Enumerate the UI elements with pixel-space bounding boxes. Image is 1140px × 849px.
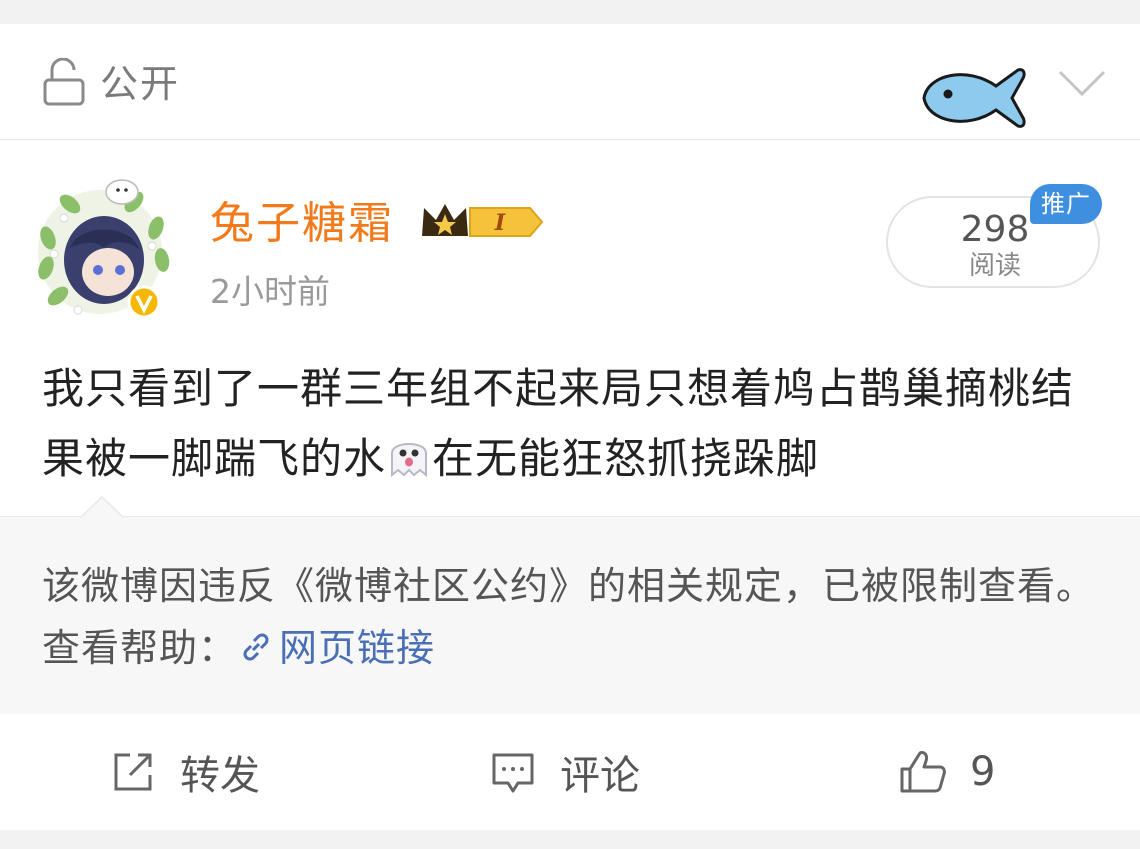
post-text-part-2: 在无能狂怒抓挠跺脚 [432,434,820,483]
comment-icon [492,753,534,793]
like-count: 9 [970,749,996,795]
web-link[interactable]: 网页链接 [237,626,435,670]
promote-badge[interactable]: 推广 [1030,184,1102,224]
read-label: 阅读 [968,251,1021,281]
notice-caret [80,495,124,519]
fish-icon[interactable] [918,64,1030,132]
repost-button[interactable]: 转发 [108,746,260,799]
chevron-down-icon[interactable] [1056,68,1108,98]
restriction-notice: 该微博因违反《微博社区公约》的相关规定，已被限制查看。查看帮助： 网页链接 [0,495,1140,714]
like-button[interactable]: 9 [898,746,995,798]
weibo-post-card: 公开 兔子糖霜 I 2小时前 298 阅读 推广 我只看到了一群三年组不起来局只… [0,24,1140,830]
repost-label: 转发 [180,753,260,799]
level-badge-text: I [494,210,506,236]
ghost-emoji-icon [391,443,428,478]
notice-message: 该微博因违反《微博社区公约》的相关规定，已被限制查看。查看帮助： [42,564,1096,670]
repost-icon [114,753,152,791]
comment-button[interactable]: 评论 [488,746,640,799]
avatar[interactable] [34,168,174,318]
comment-label: 评论 [560,753,640,799]
action-bar: 转发 评论 9 [0,714,1140,830]
thumbs-up-icon [900,751,946,793]
post-header: 公开 [0,24,1140,140]
visibility-label[interactable]: 公开 [100,62,180,106]
post-text: 我只看到了一群三年组不起来局只想着鸠占鹊巢摘桃结果被一脚踹飞的水 在无能狂怒抓挠… [42,354,1102,494]
author-name[interactable]: 兔子糖霜 [210,198,394,250]
web-link-label[interactable]: 网页链接 [279,626,435,670]
post-timestamp: 2小时前 [210,272,330,311]
crown-level-badge-icon[interactable]: I [418,196,546,246]
link-icon [243,633,269,661]
notice-text: 该微博因违反《微博社区公约》的相关规定，已被限制查看。查看帮助： 网页链接 [42,555,1112,679]
unlock-icon [43,58,85,106]
